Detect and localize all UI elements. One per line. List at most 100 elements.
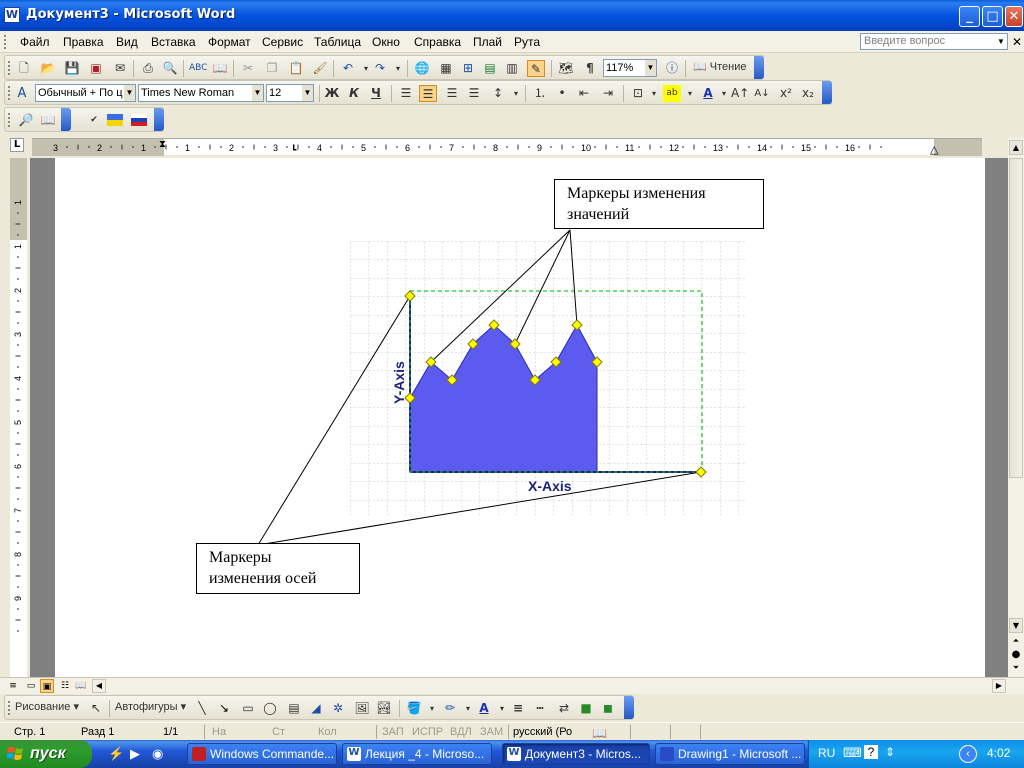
print-layout-icon[interactable]: ▣ [40,679,54,693]
underline-button[interactable]: Ч [367,85,385,102]
line-spacing-dropdown-icon[interactable]: ▾ [507,85,525,102]
menu-format[interactable]: Формат [208,35,251,49]
style-select[interactable]: Обычный + По ц ▼ [35,84,136,102]
insert-excel-icon[interactable]: ▤ [481,60,499,77]
word-app-icon[interactable]: W [4,7,20,23]
dash-style-icon[interactable]: ┅ [531,700,549,717]
menu-file[interactable]: Файл [20,35,50,49]
italic-button[interactable]: К [345,85,363,102]
fill-color-icon[interactable]: 🪣 [405,700,423,717]
maximize-button[interactable]: □ [982,6,1003,27]
keyboard-icon[interactable]: ⌨ [843,745,862,761]
arrow-icon[interactable]: ↘ [215,700,233,717]
previous-page-icon[interactable]: ⏶ [1009,634,1023,649]
drawing-menu-button[interactable]: Рисование ▾ [15,700,79,717]
line-color-icon[interactable]: ✏ [441,700,459,717]
normal-view-icon[interactable]: ≡ [6,679,20,693]
start-button[interactable]: пуск [0,740,92,768]
align-center-icon[interactable]: ☰ [419,85,437,102]
document-page[interactable]: X-Axis Y-Axis Маркеры изменения значений… [55,158,985,678]
task-windows-commander[interactable]: Windows Commande... [187,743,337,765]
document-map-icon[interactable]: 🗺 [557,60,575,77]
vertical-ruler[interactable]: 1 1 2 3 4 5 6 7 8 9 [10,158,27,678]
borders-dropdown-icon[interactable]: ▾ [645,85,663,102]
text-box-icon[interactable]: ▤ [285,700,303,717]
menu-plai[interactable]: Плай [473,35,502,49]
status-extend[interactable]: ВДЛ [450,726,472,738]
help-tray-icon[interactable]: ? [864,745,878,759]
read-mode-button[interactable]: 📖 Чтение [691,60,746,77]
highlight-dropdown-icon[interactable]: ▾ [681,85,699,102]
toolbar-options-icon[interactable] [822,81,832,104]
horizontal-ruler[interactable]: 3 2 1 1 2 3 4 5 6 7 8 9 10 11 12 13 14 15 16 ⧗ △ ┗ [32,138,982,156]
chevron-down-icon[interactable]: ▼ [302,85,313,101]
font-select[interactable]: Times New Roman ▼ [138,84,264,102]
line-style-icon[interactable]: ≡ [509,700,527,717]
increase-indent-icon[interactable]: ⇥ [599,85,617,102]
justify-icon[interactable]: ☰ [465,85,483,102]
line-spacing-icon[interactable]: ↕ [489,85,507,102]
language-indicator[interactable]: RU [818,746,835,760]
toolbar-options-icon[interactable] [61,108,71,131]
menu-insert[interactable]: Вставка [151,35,196,49]
tab-selector[interactable]: L [10,138,24,152]
chevron-down-icon[interactable]: ▼ [645,60,656,76]
align-right-icon[interactable]: ☰ [443,85,461,102]
status-language[interactable]: русский (Ро [513,726,572,738]
bold-button[interactable]: Ж [323,85,341,102]
redo-dropdown-icon[interactable]: ▾ [389,60,407,77]
print-icon[interactable]: ⎙ [139,60,157,77]
reading-view-icon[interactable]: 📖 [74,679,88,693]
scroll-up-icon[interactable]: ▲ [1009,140,1023,155]
spelling-status-icon[interactable]: 📖 [592,726,607,740]
chevron-down-icon[interactable]: ▼ [995,34,1007,49]
toolbar-options-icon[interactable] [754,56,764,79]
menu-tools[interactable]: Сервис [262,35,303,49]
help-icon[interactable]: ⓘ [663,60,681,77]
styles-icon[interactable]: A [13,85,31,102]
drawing-icon[interactable]: ✎ [527,60,545,77]
picture-icon[interactable]: 🏞 [375,700,393,717]
permission-icon[interactable]: ▣ [87,60,105,77]
print-preview-icon[interactable]: 🔍 [161,60,179,77]
show-hide-icon[interactable]: ¶ [581,60,599,77]
save-icon[interactable]: 💾 [63,60,81,77]
cut-icon[interactable]: ✂ [239,60,257,77]
autoshapes-button[interactable]: Автофигуры ▾ [115,700,186,717]
menu-grip[interactable] [4,35,7,49]
tab-stop-marker[interactable]: ┗ [291,146,296,156]
menu-ruta[interactable]: Рута [514,35,540,49]
shrink-font-icon[interactable]: A↓ [753,85,771,102]
web-view-icon[interactable]: ▭ [24,679,38,693]
paste-icon[interactable]: 📋 [287,60,305,77]
hyperlink-icon[interactable]: 🌐 [413,60,431,77]
wordart-icon[interactable]: ◢ [307,700,325,717]
toolbar-options-icon[interactable] [624,696,634,719]
menu-window[interactable]: Окно [372,35,400,49]
right-indent-marker[interactable]: △ [930,143,938,156]
subscript-icon[interactable]: x₂ [799,85,817,102]
highlight-icon[interactable]: ab [663,85,681,102]
columns-icon[interactable]: ▥ [503,60,521,77]
format-painter-icon[interactable]: 🖌 [311,60,329,77]
research-icon[interactable]: 📖 [211,60,229,77]
tray-arrow-icon[interactable]: ⇕ [885,745,895,759]
open-folder-icon[interactable]: 📂 [39,60,57,77]
quicklaunch-icon[interactable]: ⚡ [108,746,124,762]
chevron-down-icon[interactable]: ▼ [252,85,263,101]
shadow-style-icon[interactable]: ■ [577,700,595,717]
book-view-icon[interactable]: 📖 [39,112,57,129]
align-left-icon[interactable]: ☰ [397,85,415,102]
minimize-button[interactable]: _ [959,6,980,27]
next-page-icon[interactable]: ⏷ [1009,661,1023,676]
superscript-icon[interactable]: x² [777,85,795,102]
clipart-icon[interactable]: 🖼 [353,700,371,717]
rectangle-icon[interactable]: ▭ [239,700,257,717]
font-color-draw-icon[interactable]: A [475,700,493,717]
browser-icon[interactable]: ◉ [152,746,163,762]
chevron-down-icon[interactable]: ▼ [124,85,135,101]
vertical-scrollbar[interactable]: ▲ ▼ ⏶ ● ⏷ [1008,138,1024,678]
line-icon[interactable]: ╲ [193,700,211,717]
email-icon[interactable]: ✉ [111,60,129,77]
russia-flag-icon[interactable] [131,114,147,126]
